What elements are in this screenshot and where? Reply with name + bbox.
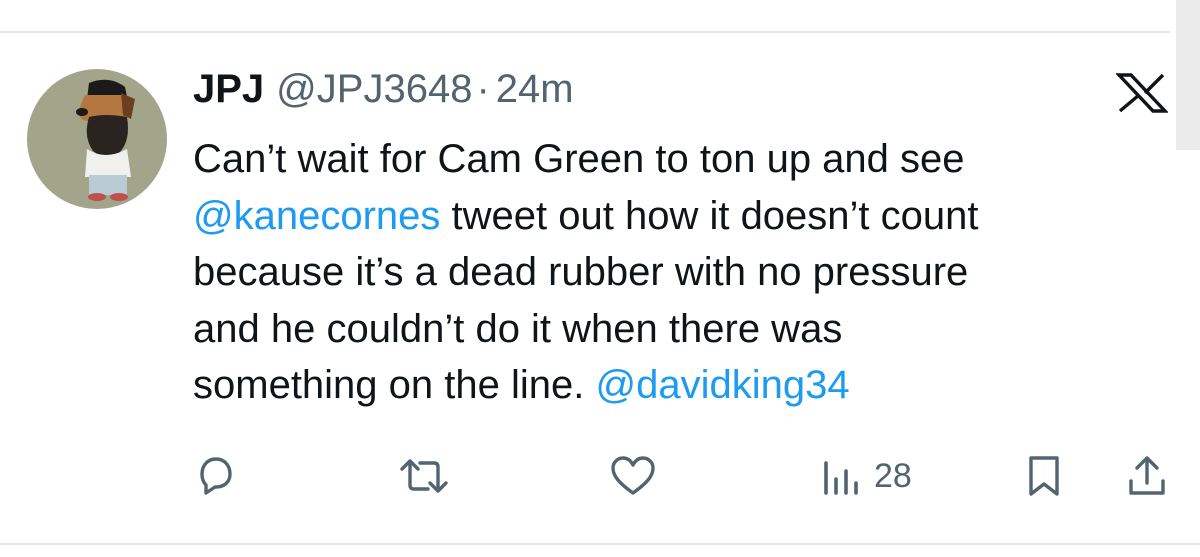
reply-button[interactable] — [193, 451, 239, 501]
tweet-line-text: tweet out how it doesn’t count — [440, 193, 979, 238]
tweet-line: Can’t wait for Cam Green to ton up and s… — [193, 137, 965, 181]
views-button[interactable]: 28 — [820, 451, 912, 501]
tweet-line-text: something on the line. — [193, 363, 596, 407]
tweet-line: something on the line. @davidking34 — [193, 357, 1163, 414]
tweet-header: JPJ @JPJ3648 · 24m — [193, 64, 574, 114]
tweet-text: Can’t wait for Cam Green to ton up and s… — [193, 131, 1163, 414]
top-divider — [0, 31, 1170, 33]
retweet-icon — [400, 459, 448, 493]
tweet-line: @kanecornes tweet out how it doesn’t cou… — [193, 188, 1163, 245]
views-count: 28 — [874, 456, 912, 495]
timestamp[interactable]: 24m — [496, 64, 574, 114]
user-handle[interactable]: @JPJ3648 — [276, 64, 472, 114]
separator-dot: · — [476, 67, 490, 111]
bookmark-icon — [1029, 456, 1059, 496]
display-name[interactable]: JPJ — [193, 64, 264, 114]
bottom-divider — [0, 543, 1200, 545]
x-logo-icon — [1115, 73, 1169, 113]
views-icon — [824, 461, 858, 495]
like-button[interactable] — [609, 451, 657, 501]
reply-icon — [200, 457, 232, 495]
share-button[interactable] — [1124, 451, 1170, 501]
avatar-image — [27, 69, 167, 209]
mention-link[interactable]: @kanecornes — [193, 194, 440, 238]
tweet-screenshot: JPJ @JPJ3648 · 24m Can’t wait for Cam Gr… — [0, 0, 1200, 557]
avatar[interactable] — [27, 69, 167, 209]
tweet-line: and he couldn’t do it when there was — [193, 306, 843, 351]
share-icon — [1129, 456, 1165, 495]
scroll-edge — [1176, 0, 1200, 150]
tweet-line: because it’s a dead rubber with no press… — [193, 250, 969, 294]
retweet-button[interactable] — [396, 451, 452, 501]
bookmark-button[interactable] — [1024, 451, 1064, 501]
heart-icon — [611, 456, 655, 495]
mention-link[interactable]: @davidking34 — [595, 363, 849, 407]
